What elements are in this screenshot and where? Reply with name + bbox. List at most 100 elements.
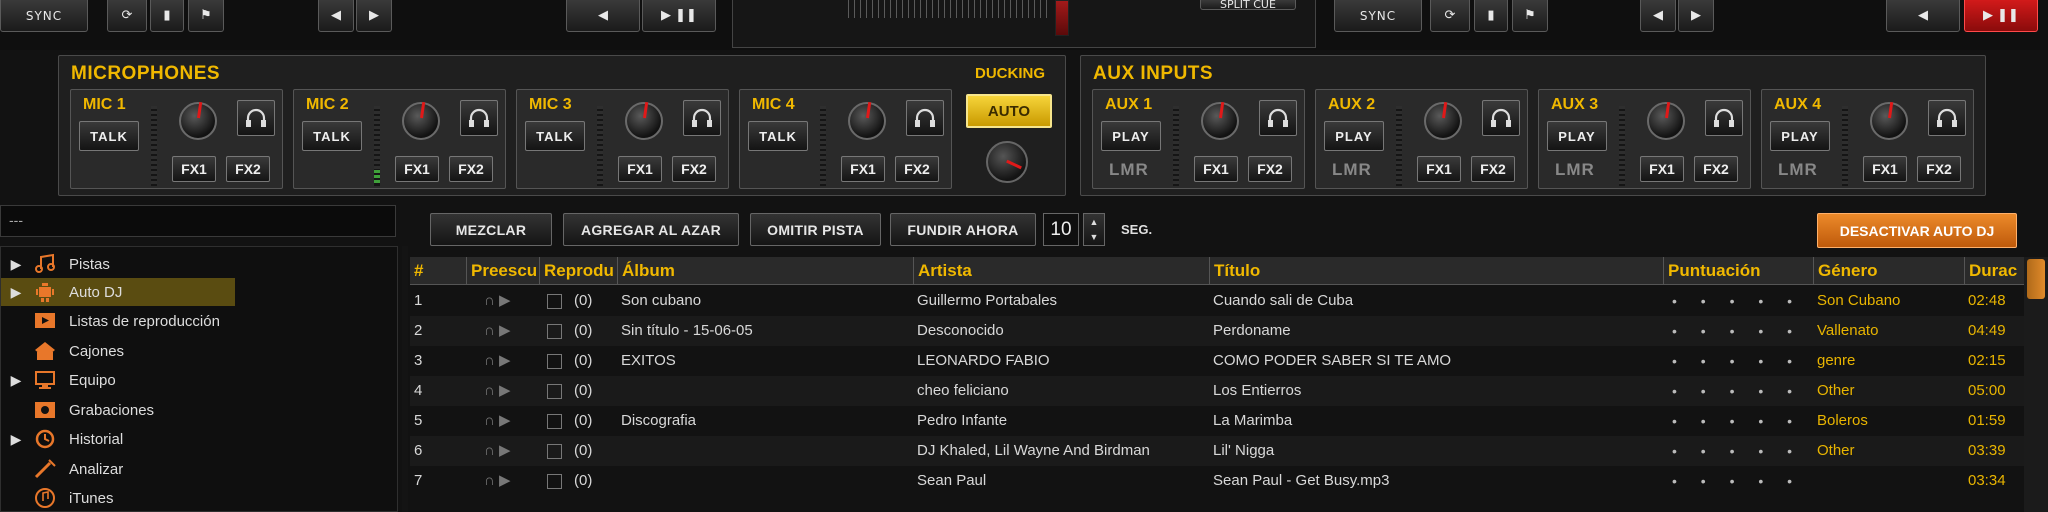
- left-play-pause-button[interactable]: ▶ ❚❚: [642, 0, 716, 32]
- panel-splitter[interactable]: [402, 246, 408, 512]
- right-cue-marker-icon[interactable]: ▮: [1474, 0, 1508, 32]
- preview-headphones-icon[interactable]: ∩ ▶: [480, 286, 540, 316]
- left-prev-icon[interactable]: ◀: [318, 0, 354, 32]
- column-header-preview[interactable]: Preescu: [466, 257, 539, 285]
- table-row[interactable]: 4 ∩ ▶ (0) cheo feliciano Los Entierros •…: [410, 376, 2028, 406]
- right-next-icon[interactable]: ▶: [1678, 0, 1714, 32]
- right-reverse-icon[interactable]: ◀: [1886, 0, 1960, 32]
- right-flag-icon[interactable]: ⚑: [1512, 0, 1548, 32]
- crossfader-track[interactable]: [848, 0, 1048, 18]
- checkbox[interactable]: [547, 383, 562, 399]
- column-header-genre[interactable]: Género: [1813, 257, 1964, 285]
- right-loop-icon[interactable]: ⟳: [1430, 0, 1470, 32]
- column-header-number[interactable]: #: [410, 257, 466, 285]
- disable-auto-dj-button[interactable]: DESACTIVAR AUTO DJ: [1817, 213, 2017, 248]
- headphones-icon[interactable]: [683, 100, 721, 136]
- rating-cell[interactable]: • • • • •: [1668, 436, 1810, 466]
- talk-button[interactable]: TALK: [302, 121, 362, 151]
- omitir-pista-button[interactable]: OMITIR PISTA: [750, 213, 881, 246]
- table-row[interactable]: 2 ∩ ▶ (0) Sin título - 15-06-05 Desconoc…: [410, 316, 2028, 346]
- split-cue-button[interactable]: SPLIT CUE: [1200, 0, 1296, 11]
- fx2-button[interactable]: FX2: [672, 156, 716, 182]
- crossfader-handle[interactable]: [1055, 0, 1069, 36]
- sidebar-item-itunes[interactable]: iTunes: [1, 484, 235, 512]
- fx2-button[interactable]: FX2: [226, 156, 270, 182]
- rating-cell[interactable]: • • • • •: [1668, 346, 1810, 376]
- gain-knob[interactable]: [1424, 102, 1462, 140]
- table-row[interactable]: 5 ∩ ▶ (0) Discografia Pedro Infante La M…: [410, 406, 2028, 436]
- gain-knob[interactable]: [179, 102, 217, 140]
- sidebar-item-analizar[interactable]: Analizar: [1, 455, 235, 483]
- left-cue-marker-icon[interactable]: ▮: [150, 0, 184, 32]
- mezclar-button[interactable]: MEZCLAR: [430, 213, 552, 246]
- fx1-button[interactable]: FX1: [1417, 156, 1461, 182]
- column-header-duration[interactable]: Durac: [1964, 257, 2028, 285]
- rating-cell[interactable]: • • • • •: [1668, 466, 1810, 496]
- talk-button[interactable]: TALK: [748, 121, 808, 151]
- gain-knob[interactable]: [1201, 102, 1239, 140]
- seconds-stepper[interactable]: ▲ ▼: [1083, 213, 1105, 246]
- expand-caret-icon[interactable]: ▶: [1, 256, 31, 273]
- preview-headphones-icon[interactable]: ∩ ▶: [480, 406, 540, 436]
- left-next-icon[interactable]: ▶: [356, 0, 392, 32]
- sidebar-item-auto-dj[interactable]: ▶ Auto DJ: [1, 278, 235, 306]
- table-row[interactable]: 7 ∩ ▶ (0) Sean Paul Sean Paul - Get Busy…: [410, 466, 2028, 496]
- fx1-button[interactable]: FX1: [618, 156, 662, 182]
- right-prev-icon[interactable]: ◀: [1640, 0, 1676, 32]
- fx1-button[interactable]: FX1: [841, 156, 885, 182]
- fx1-button[interactable]: FX1: [1194, 156, 1238, 182]
- headphones-icon[interactable]: [460, 100, 498, 136]
- preview-headphones-icon[interactable]: ∩ ▶: [480, 466, 540, 496]
- expand-caret-icon[interactable]: ▶: [1, 284, 31, 301]
- headphones-icon[interactable]: [237, 100, 275, 136]
- gain-knob[interactable]: [1647, 102, 1685, 140]
- checkbox[interactable]: [547, 323, 562, 339]
- right-sync-button[interactable]: SYNC: [1334, 0, 1422, 32]
- left-loop-icon[interactable]: ⟳: [107, 0, 147, 32]
- rating-cell[interactable]: • • • • •: [1668, 406, 1810, 436]
- sidebar-item-cajones[interactable]: Cajones: [1, 337, 235, 365]
- sidebar-item-playlists[interactable]: Listas de reproducción: [1, 307, 235, 335]
- scrollbar-thumb[interactable]: [2027, 259, 2045, 299]
- play-button[interactable]: PLAY: [1770, 121, 1830, 151]
- seconds-input[interactable]: 10: [1043, 213, 1079, 246]
- left-sync-button[interactable]: SYNC: [0, 0, 88, 32]
- table-row[interactable]: 1 ∩ ▶ (0) Son cubano Guillermo Portabale…: [410, 286, 2028, 316]
- expand-caret-icon[interactable]: ▶: [1, 372, 31, 389]
- preview-headphones-icon[interactable]: ∩ ▶: [480, 316, 540, 346]
- gain-knob[interactable]: [848, 102, 886, 140]
- rating-cell[interactable]: • • • • •: [1668, 316, 1810, 346]
- arrow-up-icon[interactable]: ▲: [1090, 217, 1099, 227]
- column-header-rating[interactable]: Puntuación: [1663, 257, 1813, 285]
- fx2-button[interactable]: FX2: [1917, 156, 1961, 182]
- lmr-selector[interactable]: LMR: [1778, 160, 1818, 180]
- column-header-artist[interactable]: Artista: [913, 257, 1209, 285]
- headphones-icon[interactable]: [1928, 100, 1966, 136]
- fx1-button[interactable]: FX1: [395, 156, 439, 182]
- lmr-selector[interactable]: LMR: [1555, 160, 1595, 180]
- headphones-icon[interactable]: [1259, 100, 1297, 136]
- rating-cell[interactable]: • • • • •: [1668, 286, 1810, 316]
- preview-headphones-icon[interactable]: ∩ ▶: [480, 436, 540, 466]
- lmr-selector[interactable]: LMR: [1109, 160, 1149, 180]
- gain-knob[interactable]: [625, 102, 663, 140]
- sidebar-item-equipo[interactable]: ▶ Equipo: [1, 366, 235, 394]
- column-header-title[interactable]: Título: [1209, 257, 1663, 285]
- fx2-button[interactable]: FX2: [449, 156, 493, 182]
- agregar-al-azar-button[interactable]: AGREGAR AL AZAR: [563, 213, 739, 246]
- play-button[interactable]: PLAY: [1101, 121, 1161, 151]
- left-flag-icon[interactable]: ⚑: [188, 0, 224, 32]
- expand-caret-icon[interactable]: ▶: [1, 431, 31, 448]
- ducking-knob[interactable]: [986, 141, 1028, 183]
- table-row[interactable]: 3 ∩ ▶ (0) EXITOS LEONARDO FABIO COMO POD…: [410, 346, 2028, 376]
- play-button[interactable]: PLAY: [1324, 121, 1384, 151]
- ducking-auto-button[interactable]: AUTO: [966, 94, 1052, 128]
- left-reverse-icon[interactable]: ◀: [566, 0, 640, 32]
- headphones-icon[interactable]: [1705, 100, 1743, 136]
- fx1-button[interactable]: FX1: [1863, 156, 1907, 182]
- checkbox[interactable]: [547, 473, 562, 489]
- fx2-button[interactable]: FX2: [895, 156, 939, 182]
- sidebar-item-grabaciones[interactable]: Grabaciones: [1, 396, 235, 424]
- checkbox[interactable]: [547, 353, 562, 369]
- play-button[interactable]: PLAY: [1547, 121, 1607, 151]
